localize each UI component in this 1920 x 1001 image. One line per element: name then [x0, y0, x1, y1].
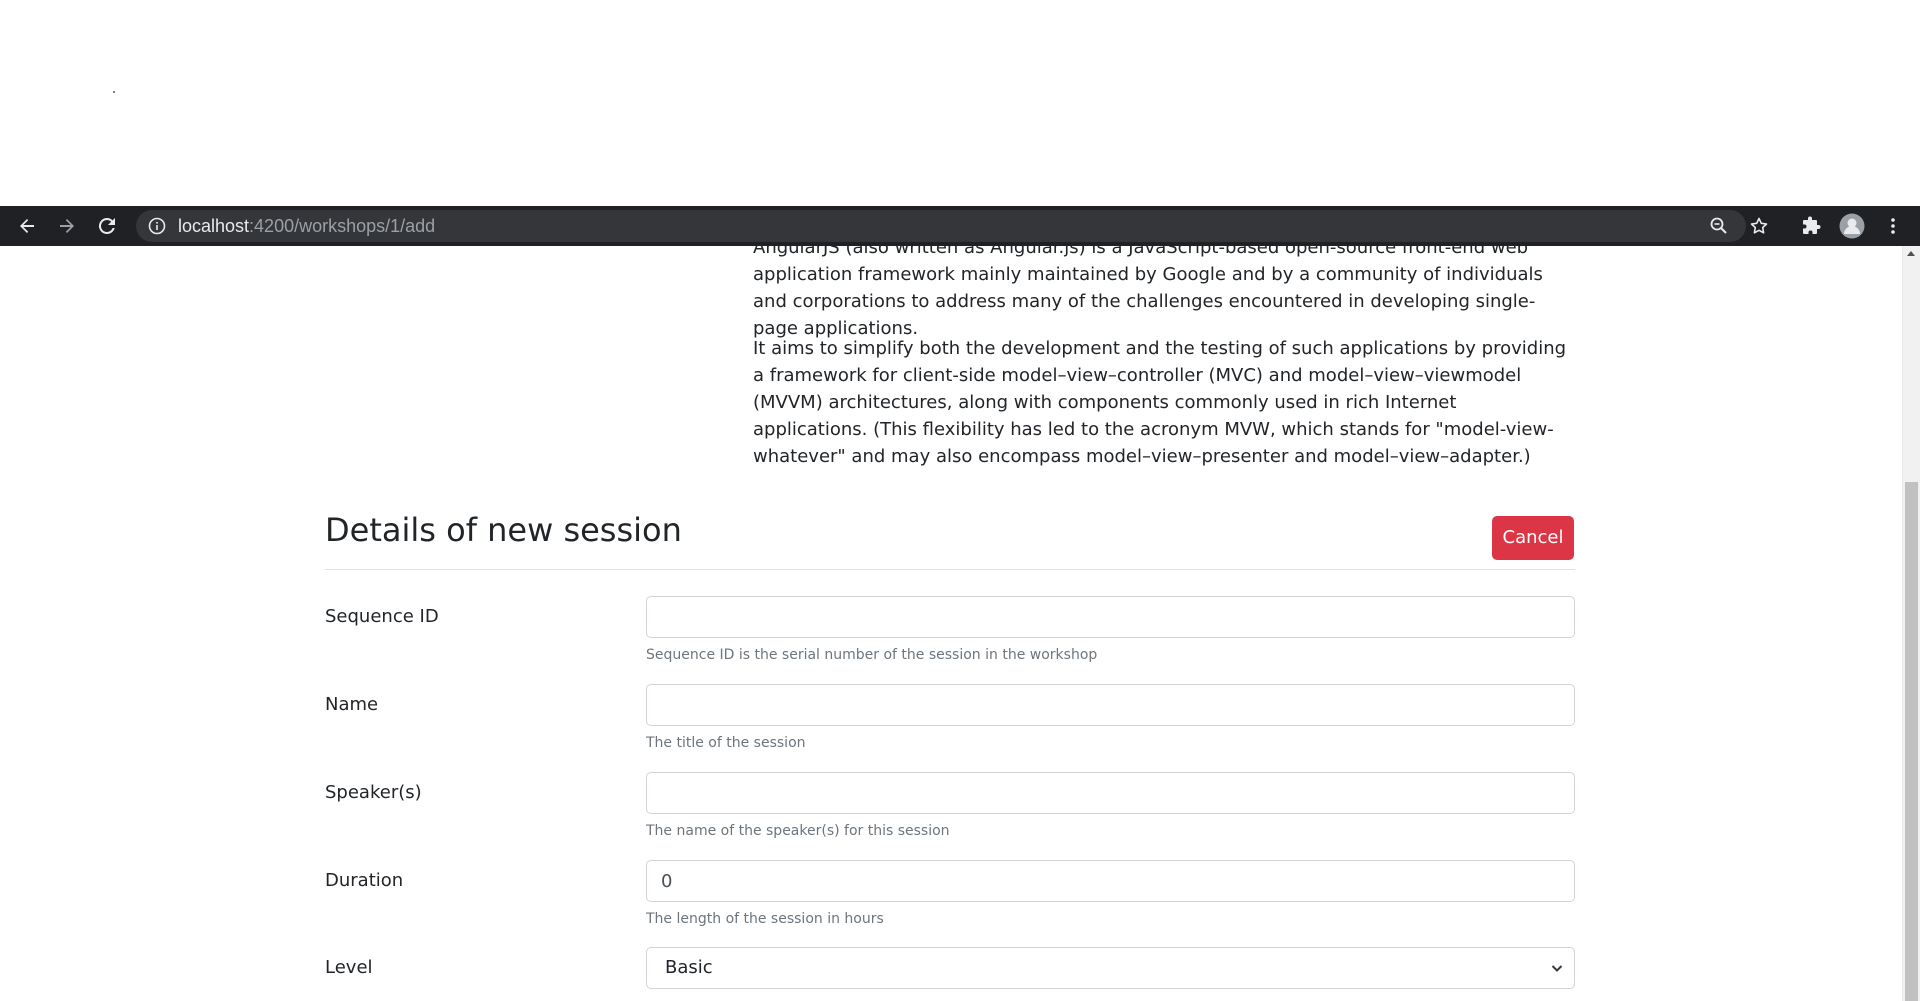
address-bar[interactable]: localhost:4200/workshops/1/add	[136, 210, 1768, 242]
level-label: Level	[325, 957, 373, 978]
window-top-area	[0, 0, 1920, 206]
stray-dot	[113, 91, 115, 93]
arrow-right-icon[interactable]	[49, 206, 85, 246]
page-viewport: AngularJS (also written as Angular.js) i…	[0, 246, 1920, 1001]
info-icon[interactable]	[148, 217, 166, 235]
star-icon[interactable]	[1741, 206, 1777, 246]
kebab-menu-icon[interactable]	[1875, 206, 1911, 246]
name-label: Name	[325, 694, 379, 715]
scrollbar-thumb[interactable]	[1905, 482, 1918, 1001]
avatar[interactable]	[1834, 206, 1870, 246]
scroll-up-arrow-icon[interactable]	[1907, 251, 1915, 256]
intro-paragraph-2: It aims to simplify both the development…	[753, 335, 1575, 470]
url-host: localhost	[178, 216, 250, 236]
url-text[interactable]: localhost:4200/workshops/1/add	[178, 210, 435, 242]
arrow-left-icon[interactable]	[9, 206, 45, 246]
duration-label: Duration	[325, 870, 404, 891]
speakers-help: The name of the speaker(s) for this sess…	[646, 823, 950, 839]
intro-paragraph-1-rest: framework mainly maintained by Google an…	[753, 264, 1543, 339]
level-select[interactable]: Basic	[646, 947, 1575, 989]
sequence-id-label: Sequence ID	[325, 606, 439, 627]
sequence-id-input[interactable]	[646, 596, 1575, 638]
vertical-scrollbar[interactable]	[1902, 246, 1920, 1001]
zoom-icon[interactable]	[1701, 206, 1737, 246]
sequence-id-help: Sequence ID is the serial number of the …	[646, 647, 1098, 663]
speakers-label: Speaker(s)	[325, 782, 422, 803]
intro-paragraph-1: AngularJS (also written as Angular.js) i…	[753, 246, 1575, 342]
chevron-down-icon	[1551, 965, 1563, 972]
url-path: :4200/workshops/1/add	[249, 216, 436, 236]
divider	[325, 569, 1575, 570]
speakers-input[interactable]	[646, 772, 1575, 814]
name-help: The title of the session	[646, 735, 806, 751]
browser-toolbar: localhost:4200/workshops/1/add	[0, 206, 1920, 246]
name-input[interactable]	[646, 684, 1575, 726]
reload-icon[interactable]	[89, 206, 125, 246]
level-selected-value: Basic	[665, 957, 713, 978]
page-title: Details of new session	[325, 511, 682, 549]
puzzle-icon[interactable]	[1794, 206, 1830, 246]
duration-help: The length of the session in hours	[646, 911, 884, 927]
duration-input[interactable]	[646, 860, 1575, 902]
intro-paragraph-2-text: It aims to simplify both the development…	[753, 338, 1567, 467]
cancel-button[interactable]: Cancel	[1492, 516, 1574, 560]
